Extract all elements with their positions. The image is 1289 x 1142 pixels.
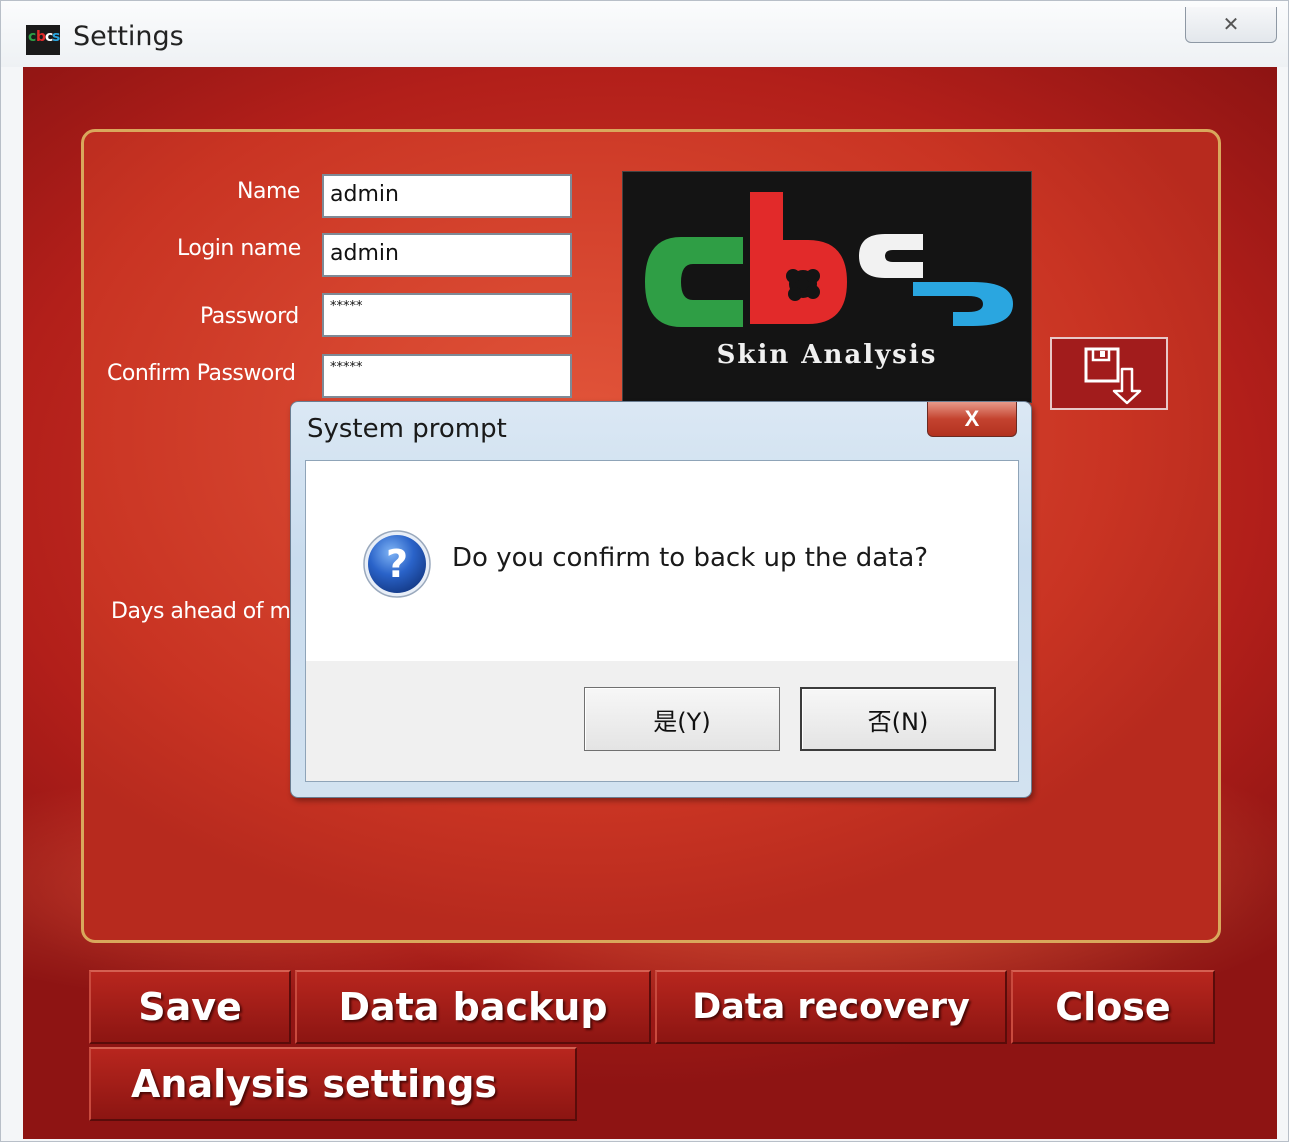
login-name-field[interactable]: admin [322, 233, 572, 277]
title-bar: cbcs Settings ✕ [1, 1, 1288, 67]
cbcs-logo-mark [645, 192, 1013, 327]
password-field[interactable]: ***** [322, 293, 572, 337]
yes-button[interactable]: 是(Y) [584, 687, 780, 751]
name-field[interactable]: admin [322, 174, 572, 218]
data-recovery-button[interactable]: Data recovery [655, 970, 1007, 1044]
close-icon: ✕ [1222, 14, 1240, 36]
window-close-button[interactable]: ✕ [1185, 7, 1277, 43]
no-button[interactable]: 否(N) [800, 687, 996, 751]
confirm-password-label: Confirm Password [107, 361, 296, 386]
window-title: Settings [73, 21, 184, 52]
password-label: Password [200, 304, 299, 329]
days-ahead-label: Days ahead of m [111, 599, 291, 624]
cbcs-logo-icon: cbcs [26, 25, 60, 55]
close-button[interactable]: Close [1011, 970, 1215, 1044]
dialog-close-button[interactable]: X [927, 402, 1017, 437]
system-prompt-dialog: System prompt X ? Do you confirm to back… [290, 401, 1032, 798]
backup-disk-button[interactable] [1050, 337, 1168, 410]
settings-window: cbcs Settings ✕ Name admin Login name ad… [0, 0, 1289, 1142]
name-label: Name [237, 179, 300, 204]
question-icon: ? [363, 530, 431, 598]
floppy-download-icon [1084, 347, 1142, 405]
logo-tagline: Skin Analysis [716, 340, 938, 370]
analysis-settings-button[interactable]: Analysis settings [89, 1047, 577, 1121]
confirm-password-field[interactable]: ***** [322, 354, 572, 398]
svg-text:?: ? [386, 542, 408, 586]
close-icon: X [964, 406, 980, 431]
dialog-title: System prompt [307, 414, 507, 444]
skin-analysis-logo: Skin Analysis [622, 171, 1032, 403]
save-button[interactable]: Save [89, 970, 291, 1044]
dialog-body: ? Do you confirm to back up the data? 是(… [305, 460, 1019, 782]
dialog-message: Do you confirm to back up the data? [452, 543, 929, 573]
data-backup-button[interactable]: Data backup [295, 970, 651, 1044]
login-name-label: Login name [177, 236, 301, 261]
